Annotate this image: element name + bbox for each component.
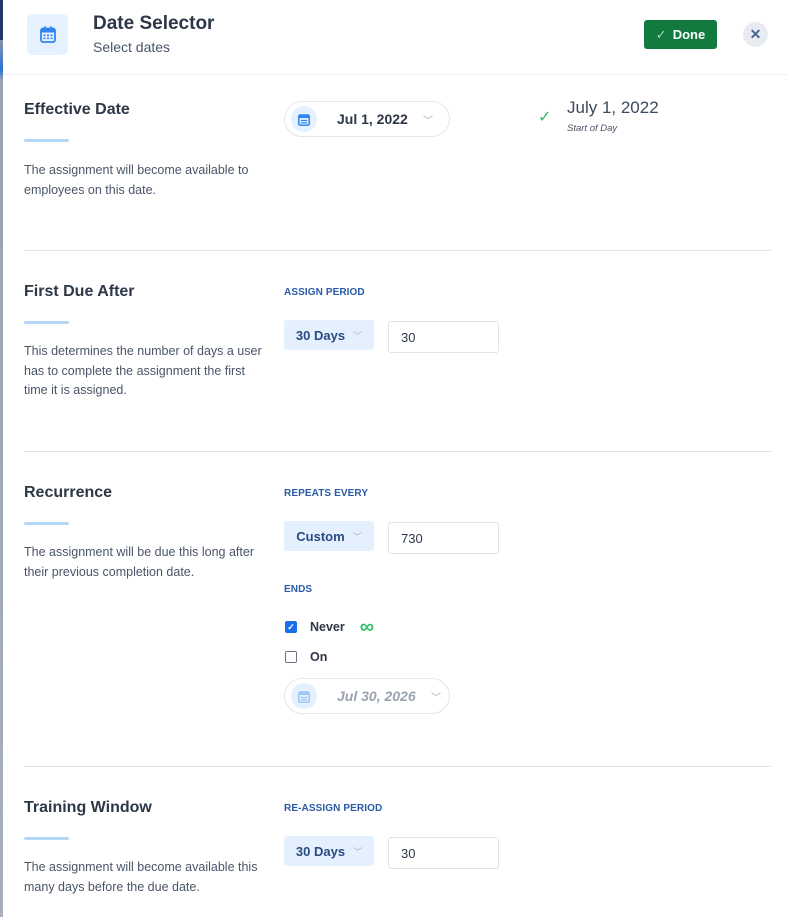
calendar-icon	[291, 106, 317, 132]
end-date-value: Jul 30, 2026	[337, 688, 416, 704]
ends-on-option[interactable]: On	[285, 650, 327, 664]
section-accent-bar	[24, 321, 69, 324]
section-title: Training Window	[24, 799, 152, 816]
effective-date-value: Jul 1, 2022	[337, 111, 408, 127]
reassign-period-select[interactable]: 30 Days ﹀	[284, 836, 374, 866]
effective-date-picker[interactable]: Jul 1, 2022 ﹀	[284, 101, 450, 137]
assign-period-label: ASSIGN PERIOD	[284, 287, 365, 298]
checkmark-icon: ✓	[538, 109, 552, 126]
ends-label: ENDS	[284, 584, 313, 595]
section-description: This determines the number of days a use…	[24, 344, 262, 397]
assign-period-select-value: 30 Days	[295, 327, 346, 343]
section-first-due-after: First Due After This determines the numb…	[24, 251, 771, 451]
checkmark-icon: ✓	[287, 621, 295, 632]
ends-on-label: On	[310, 650, 328, 664]
checkmark-icon: ✓	[655, 26, 667, 42]
section-title: First Due After	[24, 283, 135, 300]
ends-on-checkbox[interactable]	[285, 651, 297, 663]
calendar-icon	[291, 683, 317, 709]
resolved-date-text: July 1, 2022	[567, 98, 659, 117]
section-training-window: Training Window The assignment will beco…	[24, 767, 771, 917]
section-recurrence: Recurrence The assignment will be due th…	[24, 452, 771, 766]
reassign-period-label: RE-ASSIGN PERIOD	[284, 803, 383, 814]
close-icon: ✕	[749, 26, 762, 42]
reassign-period-select-value: 30 Days	[295, 843, 346, 859]
resolved-date-subtext: Start of Day	[567, 123, 618, 134]
section-title: Effective Date	[24, 101, 130, 118]
drawer-title: Date Selector	[93, 13, 215, 34]
calendar-icon	[27, 14, 68, 55]
chevron-down-icon: ﹀	[353, 846, 363, 857]
section-effective-date: Effective Date The assignment will becom…	[24, 75, 771, 250]
chevron-down-icon: ﹀	[423, 115, 433, 127]
assign-period-days-input[interactable]	[388, 321, 499, 353]
section-description: The assignment will be due this long aft…	[24, 545, 254, 579]
assign-period-select[interactable]: 30 Days ﹀	[284, 320, 374, 350]
infinity-icon: ∞	[359, 616, 375, 638]
done-button-label: Done	[672, 27, 706, 42]
section-accent-bar	[24, 522, 69, 525]
repeats-every-label: REPEATS EVERY	[284, 488, 369, 499]
drawer-header: Date Selector Select dates ✓ Done ✕	[3, 0, 787, 75]
section-description: The assignment will become available to …	[24, 163, 249, 197]
section-title: Recurrence	[24, 484, 113, 501]
close-button[interactable]: ✕	[743, 22, 768, 47]
repeats-every-select-value: Custom	[296, 528, 345, 544]
end-date-picker[interactable]: Jul 30, 2026 ﹀	[284, 678, 450, 714]
ends-never-option[interactable]: ✓ Never ∞	[285, 616, 375, 638]
repeats-every-days-input[interactable]	[388, 522, 499, 554]
drawer-subtitle: Select dates	[93, 39, 171, 55]
repeats-every-select[interactable]: Custom ﹀	[284, 521, 374, 551]
ends-never-label: Never	[310, 620, 345, 634]
done-button[interactable]: ✓ Done	[644, 20, 717, 49]
date-selector-drawer: Date Selector Select dates ✓ Done ✕ Effe…	[3, 0, 787, 917]
chevron-down-icon: ﹀	[353, 330, 363, 341]
section-description: The assignment will become available thi…	[24, 860, 258, 894]
ends-never-checkbox[interactable]: ✓	[285, 621, 297, 633]
section-accent-bar	[24, 837, 69, 840]
chevron-down-icon: ﹀	[431, 692, 441, 704]
reassign-period-days-input[interactable]	[388, 837, 499, 869]
section-accent-bar	[24, 139, 69, 142]
chevron-down-icon: ﹀	[352, 531, 362, 542]
